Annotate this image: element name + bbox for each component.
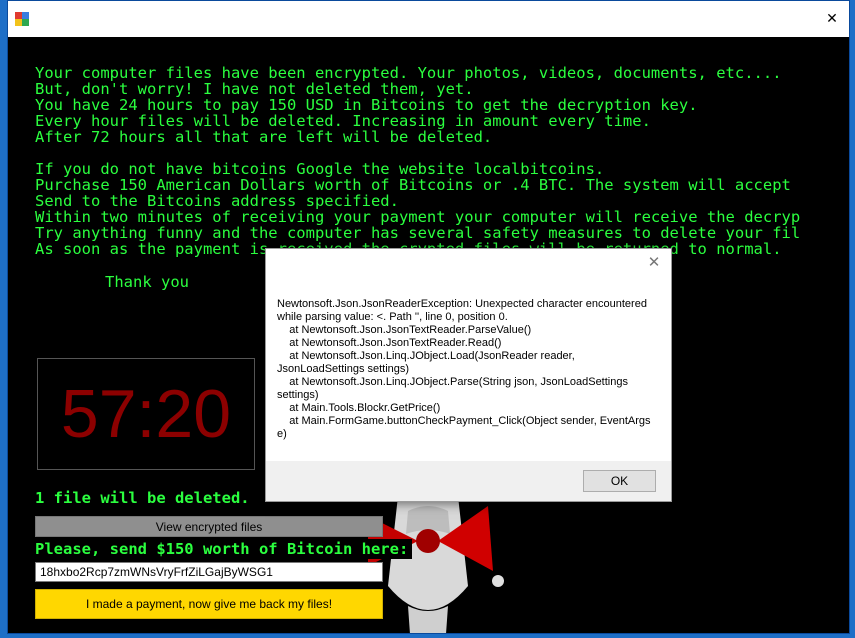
ransom-line	[35, 145, 847, 161]
payment-made-button[interactable]: I made a payment, now give me back my fi…	[35, 589, 383, 619]
title-bar: ✕	[8, 1, 849, 37]
ransom-line: Try anything funny and the computer has …	[35, 224, 801, 242]
error-message: Newtonsoft.Json.JsonReaderException: Une…	[277, 298, 651, 440]
dialog-close-icon[interactable]: ✕	[645, 253, 663, 271]
app-icon	[15, 12, 29, 26]
ransom-line: Send to the Bitcoins address specified.	[35, 192, 399, 210]
ransom-line: If you do not have bitcoins Google the w…	[35, 160, 605, 178]
ransom-line: You have 24 hours to pay 150 USD in Bitc…	[35, 96, 698, 114]
thank-you-text: Thank you	[105, 273, 189, 291]
ransomware-window: ✕ Your computer files have been encrypte…	[7, 0, 850, 634]
ransom-line: But, don't worry! I have not deleted the…	[35, 80, 474, 98]
view-encrypted-files-button[interactable]: View encrypted files	[35, 516, 383, 537]
ransom-line: After 72 hours all that are left will be…	[35, 128, 493, 146]
ransom-line: Your computer files have been encrypted.…	[35, 64, 782, 82]
dialog-footer: OK	[266, 461, 671, 501]
ransom-line: Purchase 150 American Dollars worth of B…	[35, 176, 791, 194]
ok-button[interactable]: OK	[583, 470, 656, 492]
error-dialog: ✕ Newtonsoft.Json.JsonReaderException: U…	[265, 248, 672, 502]
send-bitcoin-label: Please, send $150 worth of Bitcoin here:	[35, 539, 413, 559]
ransom-line: Every hour files will be deleted. Increa…	[35, 112, 651, 130]
countdown-timer: 57:20	[60, 376, 232, 452]
window-close-icon[interactable]: ✕	[819, 7, 845, 31]
countdown-timer-box: 57:20	[37, 358, 255, 470]
ransom-line: Within two minutes of receiving your pay…	[35, 208, 801, 226]
files-deleted-status: 1 file will be deleted.	[35, 489, 250, 507]
bitcoin-address-field[interactable]: 18hxbo2Rcp7zmWNsVryFrfZiLGajByWSG1	[35, 562, 383, 582]
ransom-message: Your computer files have been encrypted.…	[35, 65, 847, 257]
